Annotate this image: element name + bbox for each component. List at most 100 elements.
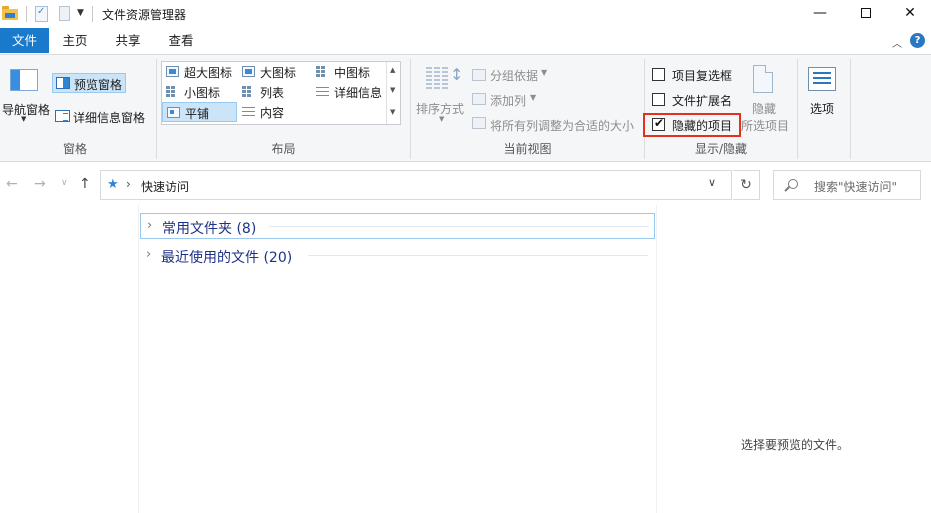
tab-home[interactable]: 主页 <box>51 28 99 53</box>
extra-large-icons-icon <box>166 66 179 77</box>
divider <box>26 6 27 22</box>
window-title: 文件资源管理器 <box>102 8 187 22</box>
navigation-pane-icon[interactable] <box>10 69 38 91</box>
group-label-layout: 布局 <box>271 142 296 156</box>
file-extensions-label[interactable]: 文件扩展名 <box>672 92 732 109</box>
chevron-right-icon[interactable]: › <box>146 247 151 262</box>
layout-content[interactable]: 内容 <box>238 102 312 122</box>
search-placeholder: 搜索"快速访问" <box>814 180 898 194</box>
layout-item-label: 列表 <box>260 86 285 100</box>
gallery-scrollbar[interactable]: ▲ ▼ ▼ <box>386 62 400 124</box>
layout-item-label: 详细信息 <box>334 86 383 100</box>
section-title: 常用文件夹 (8) <box>162 221 257 237</box>
chevron-right-icon[interactable]: › <box>147 218 152 233</box>
back-arrow-icon[interactable]: ← <box>6 176 18 192</box>
preview-pane-button[interactable]: 预览窗格 <box>52 73 126 93</box>
layout-list[interactable]: 列表 <box>238 82 312 102</box>
medium-icons-icon <box>316 66 329 77</box>
forward-arrow-icon[interactable]: → <box>34 176 46 192</box>
layout-small-icons[interactable]: 小图标 <box>162 82 238 102</box>
layout-large-icons[interactable]: 大图标 <box>238 62 312 82</box>
preview-pane-label: 预览窗格 <box>74 78 123 92</box>
quick-access-star-icon: ★ <box>107 177 119 192</box>
chevron-down-icon[interactable]: ▼ <box>21 115 26 123</box>
layout-details[interactable]: 详细信息 <box>312 82 386 102</box>
details-pane-button[interactable]: 详细信息窗格 <box>73 109 145 126</box>
divider <box>92 6 93 22</box>
ribbon-tab-bar: 文件 主页 共享 查看 ︿ ? <box>0 28 931 54</box>
recent-locations-icon[interactable]: ∨ <box>61 178 68 188</box>
hide-selected-icon[interactable] <box>753 65 773 93</box>
item-checkboxes-label[interactable]: 项目复选框 <box>672 67 732 84</box>
title-bar: ▼ 文件资源管理器 — ✕ <box>0 0 931 28</box>
chevron-down-icon: ▼ <box>439 115 445 123</box>
preview-pane-icon <box>56 77 70 89</box>
details-pane-icon[interactable] <box>55 110 70 122</box>
refresh-button[interactable]: ↻ <box>733 170 760 200</box>
folder-app-icon[interactable] <box>2 6 18 20</box>
address-dropdown-icon[interactable]: ∨ <box>708 176 716 189</box>
expand-gallery-icon[interactable]: ▼ <box>390 108 395 116</box>
group-by-icon <box>472 69 486 81</box>
options-icon[interactable] <box>808 67 836 91</box>
size-all-columns-button[interactable]: 将所有列调整为合适的大小 <box>490 117 634 134</box>
section-frequent-folders[interactable]: › 常用文件夹 (8) <box>140 213 655 239</box>
address-path[interactable]: 快速访问 <box>141 178 189 195</box>
up-arrow-icon[interactable]: ↑ <box>79 176 91 192</box>
layout-medium-icons[interactable]: 中图标 <box>312 62 386 82</box>
tab-share[interactable]: 共享 <box>104 28 152 53</box>
size-columns-icon <box>472 117 486 129</box>
annotation-highlight <box>643 113 741 137</box>
group-by-button[interactable]: 分组依据 <box>490 67 538 84</box>
group-label-show-hide: 显示/隐藏 <box>694 142 748 156</box>
group-panes: 导航窗格 ▼ 预览窗格 详细信息窗格 窗格 <box>0 55 150 161</box>
file-extensions-checkbox[interactable] <box>652 93 665 106</box>
search-icon <box>788 179 798 189</box>
tab-file[interactable]: 文件 <box>0 28 49 53</box>
add-columns-button[interactable]: 添加列 <box>490 92 526 109</box>
sort-by-icon[interactable]: ↕ <box>426 65 463 93</box>
file-list: › 常用文件夹 (8) › 最近使用的文件 (20) <box>138 205 657 513</box>
small-icons-icon <box>166 86 179 97</box>
hide-selected-button[interactable]: 隐藏 <box>752 100 776 117</box>
divider <box>308 255 648 256</box>
chevron-down-icon: ▼ <box>530 93 537 102</box>
quick-access-dropdown-icon[interactable]: ▼ <box>77 8 84 18</box>
chevron-right-icon[interactable]: › <box>126 177 131 191</box>
layout-item-label: 超大图标 <box>184 66 233 80</box>
layout-extra-large-icons[interactable]: 超大图标 <box>162 62 238 82</box>
list-icon <box>242 86 255 97</box>
details-icon <box>316 86 329 97</box>
chevron-down-icon: ▼ <box>541 68 548 77</box>
divider <box>850 59 851 159</box>
layout-gallery: 超大图标 大图标 中图标 小图标 列表 详细信息 平铺 内容 ▲ ▼ ▼ <box>161 61 401 125</box>
layout-item-label: 大图标 <box>260 66 297 80</box>
new-folder-icon[interactable] <box>59 6 70 21</box>
content-icon <box>242 106 255 117</box>
ribbon-view: 导航窗格 ▼ 预览窗格 详细信息窗格 窗格 布局 超大图标 大图标 中图标 小图… <box>0 54 931 162</box>
scroll-down-icon[interactable]: ▼ <box>390 86 395 94</box>
layout-item-label: 内容 <box>260 106 285 120</box>
search-input[interactable]: 搜索"快速访问" <box>773 170 921 200</box>
tab-view[interactable]: 查看 <box>157 28 205 53</box>
layout-tiles[interactable]: 平铺 <box>162 102 237 122</box>
large-icons-icon <box>242 66 255 77</box>
layout-item-label: 小图标 <box>184 86 221 100</box>
maximize-button[interactable] <box>843 0 889 28</box>
scroll-up-icon[interactable]: ▲ <box>390 66 395 74</box>
close-button[interactable]: ✕ <box>887 0 931 28</box>
maximize-icon <box>861 8 871 18</box>
address-bar[interactable]: ★ › 快速访问 <box>100 170 732 200</box>
minimize-button[interactable]: — <box>797 0 843 28</box>
collapse-ribbon-icon[interactable]: ︿ <box>892 35 902 50</box>
properties-icon[interactable] <box>35 6 48 22</box>
hide-selected-label[interactable]: 所选项目 <box>741 117 789 134</box>
divider <box>269 226 649 227</box>
options-button[interactable]: 选项 <box>810 100 834 117</box>
section-recent-files[interactable]: › 最近使用的文件 (20) <box>140 243 655 269</box>
group-label-panes: 窗格 <box>62 142 87 156</box>
help-icon[interactable]: ? <box>910 33 925 48</box>
item-checkboxes-checkbox[interactable] <box>652 68 665 81</box>
add-column-icon <box>472 93 486 105</box>
layout-item-label: 中图标 <box>334 66 371 80</box>
